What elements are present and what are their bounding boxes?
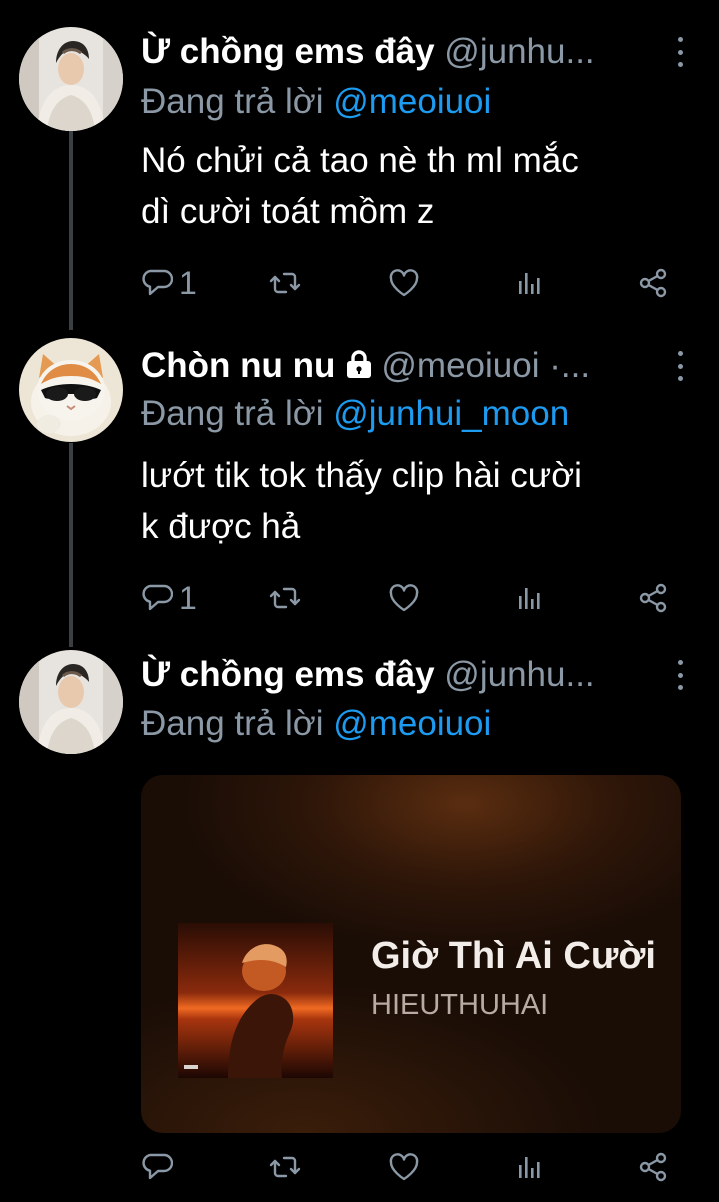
retweet-icon — [269, 1151, 301, 1183]
album-cover — [178, 923, 333, 1078]
retweet-icon — [269, 267, 301, 299]
reply-button[interactable]: 1 — [141, 263, 197, 303]
tweet-text-line: k được hả — [141, 507, 301, 546]
heart-icon — [388, 582, 420, 614]
reply-prefix: Đang trả lời — [141, 704, 324, 743]
reply-count: 1 — [179, 579, 197, 616]
analytics-icon — [514, 1151, 546, 1183]
cat-with-sunglasses-avatar — [19, 338, 123, 442]
user-handle[interactable]: @junhu... — [444, 32, 594, 71]
more-vertical-icon[interactable] — [675, 37, 685, 67]
boy-in-hoodie-avatar — [19, 27, 123, 131]
reply-prefix: Đang trả lời — [141, 82, 324, 121]
tweet-text-line: Nó chửi cả tao nè th ml mắc — [141, 141, 579, 180]
reply-button[interactable]: 1 — [141, 578, 197, 618]
avatar[interactable] — [19, 650, 123, 754]
boy-in-hoodie-avatar — [19, 650, 123, 754]
share-icon — [637, 267, 669, 299]
tweet-actions: 1 — [141, 578, 681, 618]
like-button[interactable] — [388, 263, 420, 303]
tweet[interactable]: Chòn nu nu @meoiuoi ·... Đang trả lời @ju… — [0, 330, 719, 650]
reply-button[interactable] — [141, 1147, 173, 1187]
reply-bubble-icon — [141, 1151, 173, 1183]
display-name[interactable]: Ừ chồng ems đây — [141, 655, 435, 694]
tweet-text-line: lướt tik tok thấy clip hài cười — [141, 456, 582, 495]
heart-icon — [388, 1151, 420, 1183]
heart-icon — [388, 267, 420, 299]
share-button[interactable] — [637, 263, 669, 303]
like-button[interactable] — [388, 578, 420, 618]
tweet-actions: 1 — [141, 263, 681, 303]
tweet-text: lướt tik tok thấy clip hài cười k được h… — [141, 450, 691, 552]
album-art-image — [178, 923, 333, 1078]
retweet-icon — [269, 582, 301, 614]
analytics-icon — [514, 267, 546, 299]
replying-to: Đang trả lời @junhui_moon — [141, 392, 569, 436]
user-handle[interactable]: @junhu... — [444, 655, 594, 694]
like-button[interactable] — [388, 1147, 420, 1187]
song-artist: HIEUTHUHAI — [371, 989, 549, 1021]
more-vertical-icon[interactable] — [675, 351, 685, 381]
views-button[interactable] — [514, 263, 546, 303]
reply-count: 1 — [179, 264, 197, 301]
share-button[interactable] — [637, 1147, 669, 1187]
avatar[interactable] — [19, 338, 123, 442]
avatar[interactable] — [19, 27, 123, 131]
reply-mention[interactable]: @meoiuoi — [333, 704, 491, 743]
reply-prefix: Đang trả lời — [141, 394, 324, 433]
replying-to: Đang trả lời @meoiuoi — [141, 702, 491, 746]
tweet-actions — [141, 1147, 681, 1187]
music-card[interactable]: Giờ Thì Ai Cười HIEUTHUHAI — [141, 775, 681, 1133]
views-button[interactable] — [514, 578, 546, 618]
replying-to: Đang trả lời @meoiuoi — [141, 80, 491, 124]
more-vertical-icon[interactable] — [675, 660, 685, 690]
lock-icon — [343, 347, 375, 388]
user-handle[interactable]: @meoiuoi ·... — [381, 346, 590, 385]
tweet[interactable]: Ừ chồng ems đây @junhu... Đang trả lời @… — [0, 0, 719, 330]
retweet-button[interactable] — [269, 1147, 301, 1187]
reply-mention[interactable]: @junhui_moon — [333, 394, 569, 433]
tweet-header: Ừ chồng ems đây @junhu... — [141, 653, 669, 697]
display-name[interactable]: Chòn nu nu — [141, 346, 335, 385]
share-button[interactable] — [637, 578, 669, 618]
share-icon — [637, 1151, 669, 1183]
song-title: Giờ Thì Ai Cười — [371, 935, 656, 977]
reply-mention[interactable]: @meoiuoi — [333, 82, 491, 121]
retweet-button[interactable] — [269, 263, 301, 303]
tweet-text-line: dì cười toát mồm z — [141, 192, 435, 231]
reply-bubble-icon — [141, 267, 173, 299]
views-button[interactable] — [514, 1147, 546, 1187]
display-name[interactable]: Ừ chồng ems đây — [141, 32, 435, 71]
tweet-text: Nó chửi cả tao nè th ml mắc dì cười toát… — [141, 135, 691, 237]
reply-bubble-icon — [141, 582, 173, 614]
analytics-icon — [514, 582, 546, 614]
retweet-button[interactable] — [269, 578, 301, 618]
tweet-header: Ừ chồng ems đây @junhu... — [141, 30, 669, 74]
share-icon — [637, 582, 669, 614]
tweet-header: Chòn nu nu @meoiuoi ·... — [141, 344, 669, 388]
